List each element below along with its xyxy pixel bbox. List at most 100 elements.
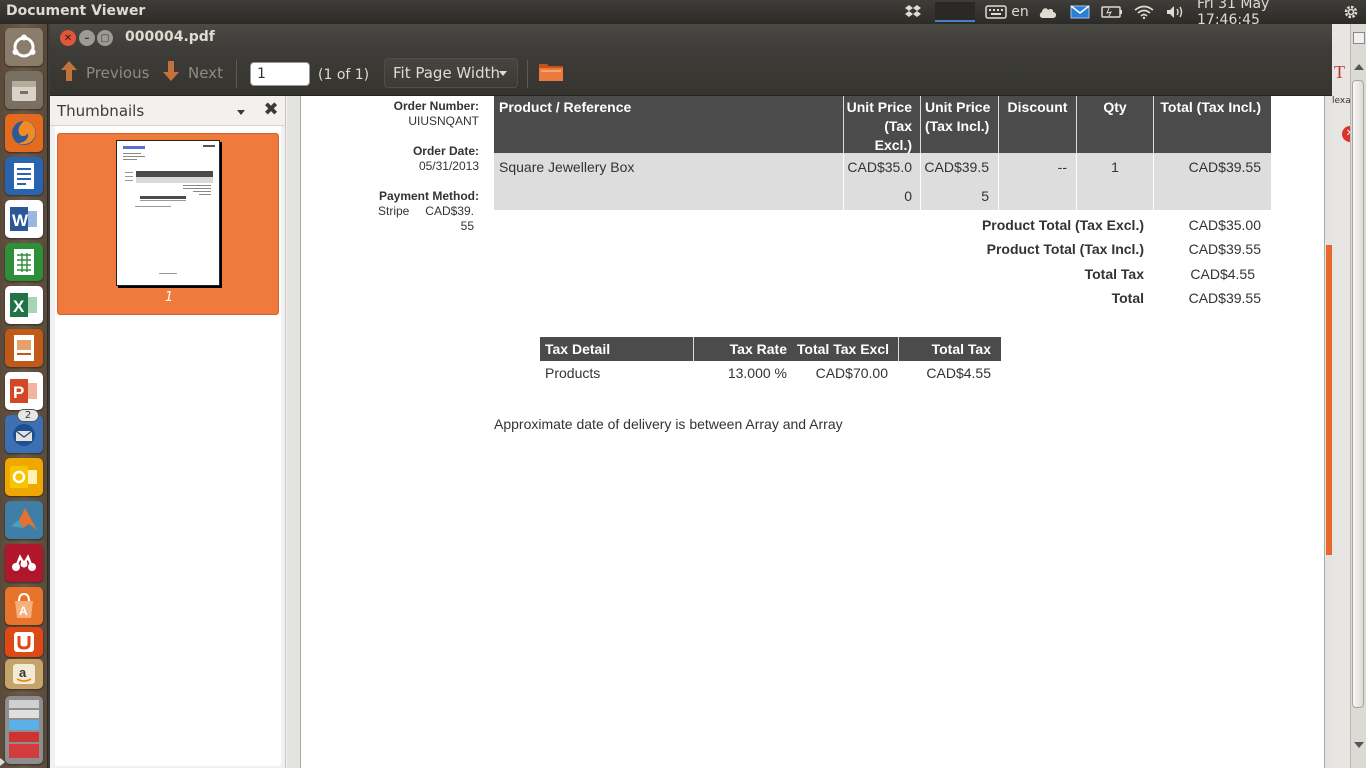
unread-badge: 2 [17, 409, 39, 422]
chevron-down-icon [499, 71, 507, 76]
page-thumbnail[interactable]: 1 [57, 133, 279, 315]
scroll-down-arrow-icon[interactable] [1354, 742, 1364, 748]
next-label: Next [188, 64, 223, 82]
order-date-label: Order Date: [412, 144, 479, 158]
ms-word-icon[interactable]: W [5, 200, 43, 238]
ms-powerpoint-icon[interactable]: P [5, 372, 43, 410]
pdf-page: Order Number: UIUSNQANT Order Date: 05/3… [300, 96, 1325, 768]
software-center-icon[interactable]: A [5, 587, 43, 625]
cell-unit-excl-line2: 0 [904, 188, 912, 204]
totals-label: Total [1111, 290, 1144, 306]
mail-icon[interactable] [1069, 2, 1091, 22]
totals-label: Product Total (Tax Incl.) [986, 241, 1144, 257]
svg-text:a: a [19, 665, 27, 680]
top-panel: Document Viewer en Fri 31 May 17:46:45 [0, 0, 1366, 28]
payment-method-label: Payment Method: [378, 189, 479, 203]
cell-unit-excl-line1: CAD$35.0 [847, 159, 912, 175]
window-titlebar: ✕ – ▢ 000004.pdf [50, 24, 1332, 52]
open-folder-button[interactable] [538, 58, 564, 88]
order-date-value: 05/31/2013 [418, 159, 479, 173]
dropbox-icon[interactable] [902, 2, 924, 22]
header-qty: Qty [1103, 99, 1127, 115]
stacked-apps-icon[interactable] [5, 696, 43, 764]
header-total-tax: Total Tax [931, 341, 991, 357]
cell-product: Square Jewellery Box [499, 159, 635, 175]
maximize-window-button[interactable]: ▢ [97, 30, 113, 46]
scroll-up-arrow-icon[interactable] [1354, 64, 1364, 70]
svg-text:W: W [12, 211, 29, 230]
next-page-button[interactable]: Next [162, 58, 223, 88]
keyboard-layout[interactable]: en [1010, 2, 1030, 22]
payment-method-value: Stripe [378, 204, 410, 218]
tax-cell-rate: 13.000 % [727, 365, 787, 381]
totals-value: CAD$39.55 [1188, 290, 1261, 306]
header-tax-rate: Tax Rate [729, 341, 787, 357]
header-product: Product / Reference [499, 99, 632, 115]
tax-cell-total-tax: CAD$4.55 [926, 365, 991, 381]
thumbnail-list[interactable]: 1 [55, 126, 281, 766]
libreoffice-impress-icon[interactable] [5, 329, 43, 367]
totals-value: CAD$4.55 [1190, 266, 1255, 282]
launcher-active-arrow [0, 758, 5, 766]
firefox-icon[interactable] [5, 114, 43, 152]
libreoffice-writer-icon[interactable] [5, 157, 43, 195]
svg-text:X: X [13, 297, 25, 316]
zoom-select[interactable]: Fit Page Width [384, 58, 518, 88]
sidebar-header: Thumbnails ✖ [50, 96, 286, 126]
wifi-icon[interactable] [1133, 2, 1155, 22]
toolbar-separator [236, 60, 237, 88]
indicator-box[interactable] [935, 2, 975, 22]
header-unit-price-incl: Unit Price (Tax Incl.) [925, 99, 991, 134]
datetime[interactable]: Fri 31 May 17:46:45 [1197, 0, 1331, 28]
libreoffice-calc-icon[interactable] [5, 243, 43, 281]
ms-excel-icon[interactable]: X [5, 286, 43, 324]
cell-unit-incl-line2: 5 [981, 188, 989, 204]
mendeley-icon[interactable] [5, 544, 43, 582]
product-table-row: Square Jewellery Box CAD$35.0 0 CAD$39.5… [494, 153, 1271, 210]
files-icon[interactable] [5, 71, 43, 109]
cell-total: CAD$39.55 [1188, 159, 1261, 175]
totals-value: CAD$39.55 [1188, 241, 1261, 257]
ubuntu-dash-icon[interactable] [5, 28, 43, 66]
background-window-fragment: T [1334, 62, 1345, 82]
payment-amount-line1: CAD$39. [425, 204, 474, 218]
background-window-accent [1326, 245, 1332, 555]
minimize-window-button[interactable]: – [79, 30, 95, 46]
volume-icon[interactable] [1164, 2, 1186, 22]
close-window-button[interactable]: ✕ [60, 30, 76, 46]
thumbnails-sidebar: Thumbnails ✖ 1 [50, 96, 286, 768]
matlab-icon[interactable] [5, 501, 43, 539]
toolbar-separator [527, 60, 528, 88]
totals-label: Product Total (Tax Excl.) [981, 217, 1144, 233]
header-total-tax-excl: Total Tax Excl [796, 341, 889, 357]
header-unit-price-excl: Unit Price (Tax Excl.) [846, 99, 912, 153]
cell-discount: -- [1057, 159, 1067, 175]
cell-unit-excl: CAD$35.0 0 [844, 153, 912, 210]
launcher: W X P 2 A a [0, 24, 48, 768]
thunderbird-icon[interactable]: 2 [5, 409, 43, 453]
previous-label: Previous [86, 64, 150, 82]
previous-page-button[interactable]: Previous [60, 58, 149, 88]
folder-icon [538, 60, 564, 86]
svg-text:P: P [13, 383, 24, 402]
ubuntu-one-icon[interactable] [5, 627, 43, 657]
cell-unit-incl: CAD$39.5 5 [921, 153, 989, 210]
page-number-input[interactable] [250, 62, 310, 86]
amazon-icon[interactable]: a [5, 659, 43, 689]
document-view[interactable]: Order Number: UIUSNQANT Order Date: 05/3… [287, 96, 1332, 768]
ms-outlook-icon[interactable] [5, 458, 43, 496]
tax-cell-total-excl: CAD$70.00 [815, 365, 888, 381]
scroll-top-icon[interactable] [1353, 32, 1365, 44]
settings-gear-icon[interactable] [1340, 2, 1362, 22]
keyboard-icon[interactable] [984, 2, 1008, 22]
column-divider [920, 96, 921, 153]
cloud-icon[interactable] [1037, 2, 1059, 22]
close-sidebar-icon[interactable]: ✖ [262, 99, 280, 120]
chevron-down-icon[interactable] [237, 110, 245, 115]
sidebar-title[interactable]: Thumbnails [57, 102, 144, 120]
battery-icon[interactable] [1101, 2, 1123, 22]
header-discount: Discount [1007, 99, 1068, 115]
scrollbar-thumb[interactable] [1352, 80, 1364, 708]
order-number-label: Order Number: [393, 99, 479, 113]
totals-value: CAD$35.00 [1188, 217, 1261, 233]
